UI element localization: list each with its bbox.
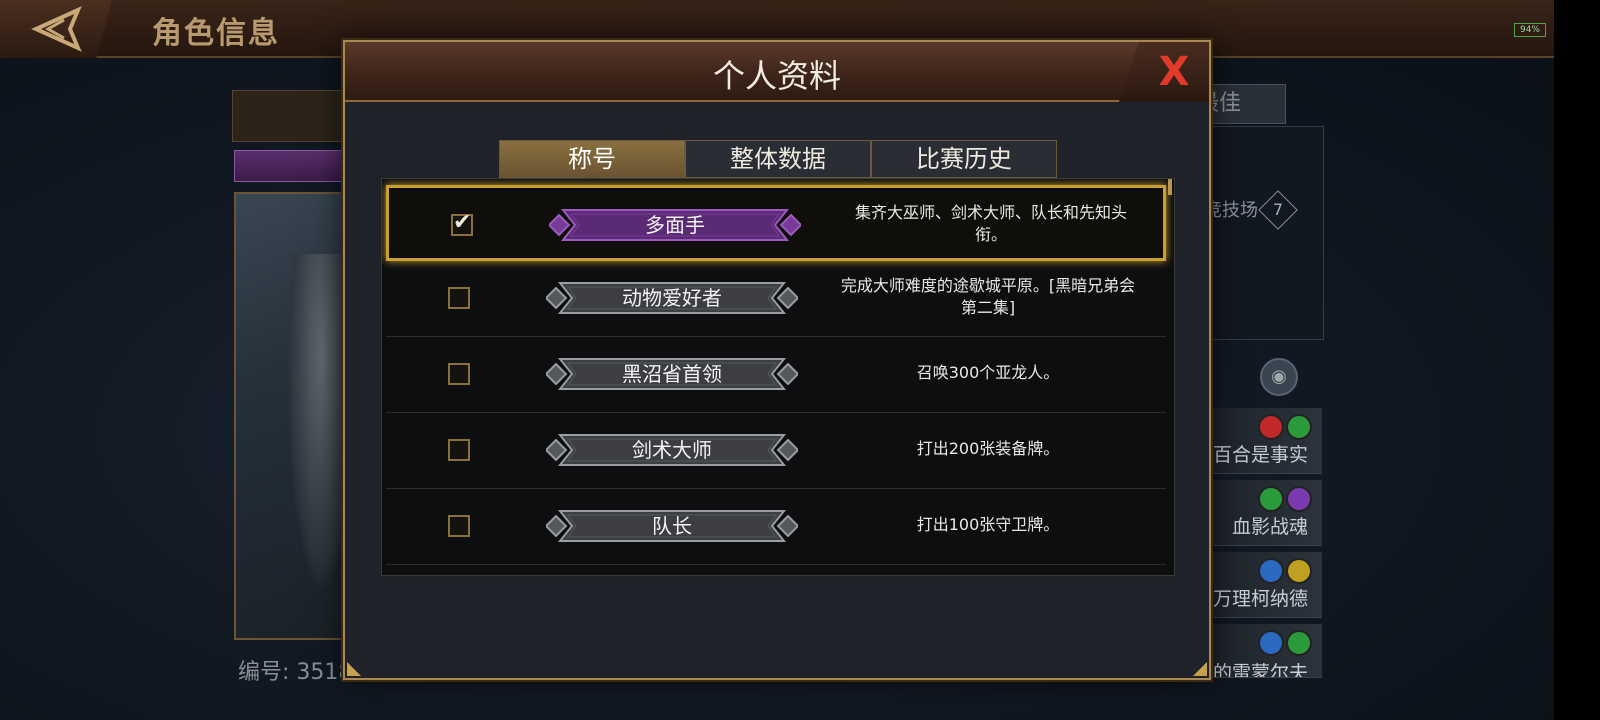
title-banner: 动物爱好者 [546,281,798,315]
screen-edge [1554,0,1600,720]
hero-figure [286,254,346,594]
title-description: 集齐大巫师、剑术大师、队长和先知头衔。 [854,203,1127,244]
title-description: 打出100张守卫牌。 [916,515,1060,534]
title-checkbox[interactable] [448,287,470,309]
deck-item: 百合是事实 [1204,408,1322,474]
eye-icon: ◉ [1260,358,1298,396]
title-name: 队长 [652,514,692,538]
deck-gem-icon [1286,630,1312,656]
title-description: 完成大师难度的途歇城平原。[黑暗兄弟会第二集] [840,276,1136,317]
title-row[interactable]: 黑沼省首领 召唤300个亚龙人。 [386,337,1166,413]
hero-portrait [234,192,346,640]
bg-left-tab [232,90,342,142]
player-id: 编号: 3518 [238,660,353,685]
deck-gem-icon [1258,558,1284,584]
deck-gem-icon [1258,630,1284,656]
title-row[interactable]: 动物爱好者 完成大师难度的途歇城平原。[黑暗兄弟会第二集] [386,261,1166,337]
deck-item: 万理柯纳德 [1204,552,1322,618]
bg-left-banner [234,150,344,182]
arena-label: 竞技场 [1204,200,1258,221]
title-checkbox[interactable] [448,515,470,537]
modal-header: 个人资料 X [345,42,1209,102]
deck-gem-icon [1258,414,1284,440]
deck-gem-icon [1258,486,1284,512]
tab-match-history[interactable]: 比赛历史 [871,140,1057,178]
deck-gem-icon [1286,558,1312,584]
title-banner: 黑沼省首领 [546,357,798,391]
deck-name: 的雷蒙尔夫 [1212,662,1308,678]
corner-ornament [347,662,361,676]
page-title: 角色信息 [152,16,280,51]
title-checkbox[interactable]: ✔ [451,210,473,236]
modal-title: 个人资料 [712,57,841,95]
battery-indicator: 94% [1514,23,1546,37]
deck-name: 百合是事实 [1212,444,1308,466]
title-name: 剑术大师 [632,438,712,462]
deck-name: 万理柯纳德 [1212,588,1308,610]
back-arrow-icon [31,6,82,52]
title-name: 动物爱好者 [622,286,722,310]
title-row[interactable]: ✔ 多面手 集齐大巫师、剑术大师、队长和先知头衔。 [386,185,1166,261]
tab-titles[interactable]: 称号 [499,140,685,178]
deck-gem-icon [1286,486,1312,512]
title-row[interactable]: 剑术大师 打出200张装备牌。 [386,413,1166,489]
title-list[interactable]: ✔ 多面手 集齐大巫师、剑术大师、队长和先知头衔。动物爱好者 完成大师难度的途歇城平原… [381,178,1175,576]
title-name: 多面手 [645,213,705,237]
tab-bar: 称号 整体数据 比赛历史 [499,140,1057,178]
title-name: 黑沼省首领 [622,362,722,386]
close-icon: X [1158,49,1190,95]
title-banner: 多面手 [549,208,801,242]
corner-ornament [1193,662,1207,676]
checkmark-icon: ✔ [453,210,472,235]
deck-name: 血影战魂 [1231,516,1308,538]
list-scrollbar[interactable] [1168,179,1172,195]
title-checkbox[interactable] [448,363,470,385]
title-description: 打出200张装备牌。 [916,439,1060,458]
game-screen: { "topbar": { "title": "角色信息", "battery"… [0,0,1600,720]
title-banner: 剑术大师 [546,433,798,467]
deck-gem-icon [1286,414,1312,440]
tab-overall-stats[interactable]: 整体数据 [685,140,871,178]
back-button[interactable] [0,0,112,58]
deck-item: 的雷蒙尔夫 [1204,624,1322,678]
title-checkbox[interactable] [448,439,470,461]
arena-count: 7 [1272,200,1284,219]
profile-modal: 个人资料 X 称号 整体数据 比赛历史 ✔ 多面手 集齐大巫师、剑术大师、队长和先知… [343,40,1211,680]
deck-item: 血影战魂 [1204,480,1322,546]
title-description: 召唤300个亚龙人。 [916,363,1060,382]
title-banner: 队长 [546,509,798,543]
title-row[interactable]: 队长 打出100张守卫牌。 [386,489,1166,565]
